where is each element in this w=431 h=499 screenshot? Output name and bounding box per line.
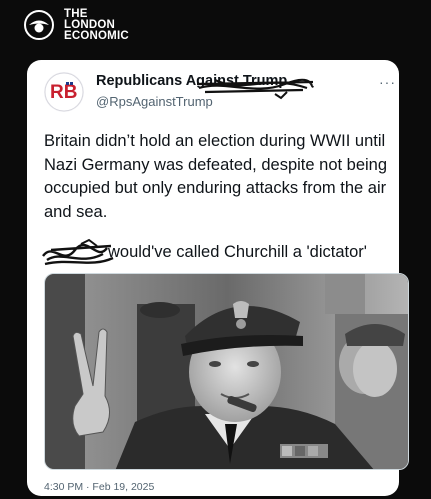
avatar-letter-r: RB [50,82,77,103]
tweet-media-photo[interactable] [44,273,409,470]
publisher-name-line3: ECONOMIC [64,29,129,42]
scribble-redaction-name [196,78,314,100]
tweet-timestamp[interactable]: 4:30 PM · Feb 19, 2025 [44,481,154,493]
publisher-name: THE LONDON ECONOMIC [64,7,129,42]
publisher-logo-icon [24,10,54,40]
publisher-name-line1: THE [64,7,88,20]
tweet-body-text: Britain didn’t hold an election during W… [44,132,388,221]
tweet-second-line-text: would've called Churchill a 'dictator' [108,243,367,261]
avatar[interactable]: RB [44,72,84,112]
more-options-button[interactable]: ··· [379,74,396,90]
publisher-name-line2: LONDON [64,18,116,31]
churchill-photo-image [45,274,408,469]
tweet-card[interactable]: RB Republicans Against Trump @RpsAgainst… [27,60,409,496]
avatar-image: RB [44,72,84,112]
scribble-redaction-text [42,238,114,266]
publisher-header: THE LONDON ECONOMIC [24,8,129,42]
